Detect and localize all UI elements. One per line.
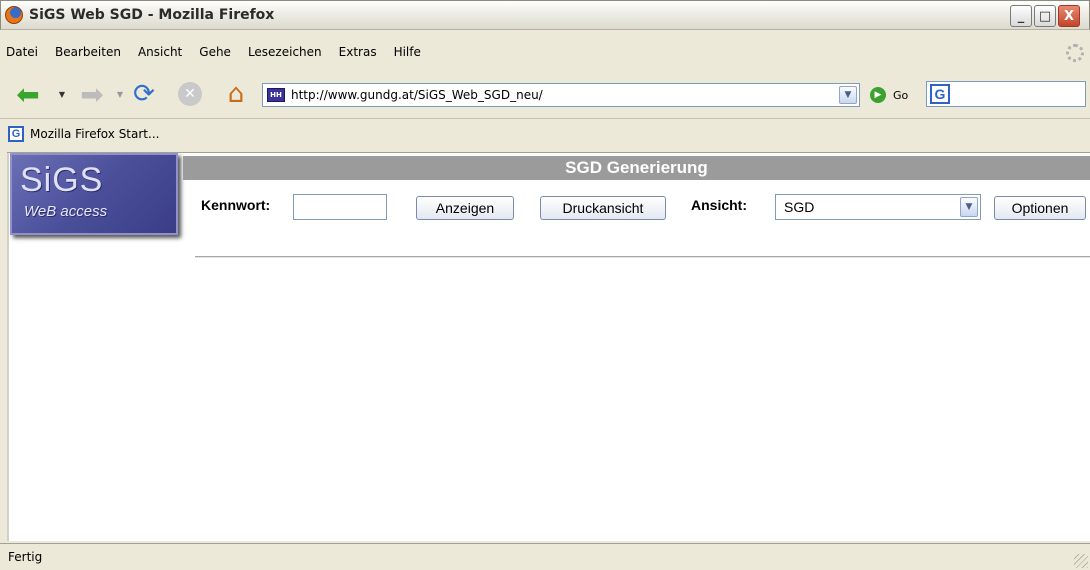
sigs-logo: SiGS WeB access [10,153,178,235]
maximize-button[interactable]: □ [1034,5,1056,27]
chevron-down-icon[interactable]: ▼ [960,197,978,217]
status-bar: Fertig [0,543,1090,570]
menu-gehe[interactable]: Gehe [199,45,231,59]
kennwort-label: Kennwort: [201,197,271,213]
url-text[interactable]: http://www.gundg.at/SiGS_Web_SGD_neu/ [291,88,543,102]
page-title: SGD Generierung [183,156,1090,180]
title-bar: SiGS Web SGD - Mozilla Firefox _ □ X [0,0,1090,30]
forward-dropdown-icon[interactable]: ▼ [114,80,126,108]
menu-extras[interactable]: Extras [339,45,377,59]
window-title: SiGS Web SGD - Mozilla Firefox [29,7,275,23]
site-favicon-icon: HH [267,88,285,102]
logo-sub-text: WeB access [24,203,108,220]
go-button-label[interactable]: Go [893,89,908,102]
forward-arrow-icon[interactable]: ➡ [78,78,106,111]
go-icon[interactable]: ▶ [870,87,886,103]
menu-ansicht[interactable]: Ansicht [138,45,182,59]
menu-bar: Datei Bearbeiten Ansicht Gehe Lesezeiche… [0,41,1090,63]
content-edge [7,153,9,541]
bookmark-firefox-start[interactable]: Mozilla Firefox Start... [30,127,159,141]
anzeigen-button[interactable]: Anzeigen [416,196,514,220]
menu-datei[interactable]: Datei [6,45,38,59]
status-text: Fertig [8,550,43,564]
logo-main-text: SiGS [20,161,104,199]
minimize-button[interactable]: _ [1010,5,1032,27]
menu-hilfe[interactable]: Hilfe [394,45,421,59]
firefox-icon [5,6,23,24]
throbber-icon [1066,44,1084,62]
close-button[interactable]: X [1058,5,1080,27]
back-dropdown-icon[interactable]: ▼ [56,80,68,108]
reload-icon[interactable]: ⟳ [130,79,158,109]
ansicht-label: Ansicht: [691,197,747,213]
ansicht-select[interactable]: SGD ▼ [775,194,981,220]
bookmarks-toolbar: G Mozilla Firefox Start... [0,118,1090,148]
search-engine-icon[interactable]: G [930,84,950,104]
bookmark-favicon-icon: G [8,125,24,142]
search-input[interactable]: G [926,81,1086,107]
url-bar[interactable]: HH http://www.gundg.at/SiGS_Web_SGD_neu/… [262,83,860,107]
optionen-button[interactable]: Optionen [994,196,1086,220]
back-arrow-icon[interactable]: ⬅ [14,78,42,111]
menu-lesezeichen[interactable]: Lesezeichen [248,45,322,59]
url-dropdown-icon[interactable]: ▼ [839,86,857,104]
kennwort-field[interactable] [293,194,387,220]
druckansicht-button[interactable]: Druckansicht [540,196,666,220]
home-icon[interactable]: ⌂ [222,79,250,109]
resize-grip-icon[interactable] [1074,554,1088,568]
menu-bearbeiten[interactable]: Bearbeiten [55,45,121,59]
page-content: SiGS WeB access SGD Generierung Kennwort… [7,152,1090,541]
ansicht-selected-value: SGD [784,199,815,215]
content-divider [195,256,1090,258]
stop-icon[interactable]: ✕ [176,80,204,108]
